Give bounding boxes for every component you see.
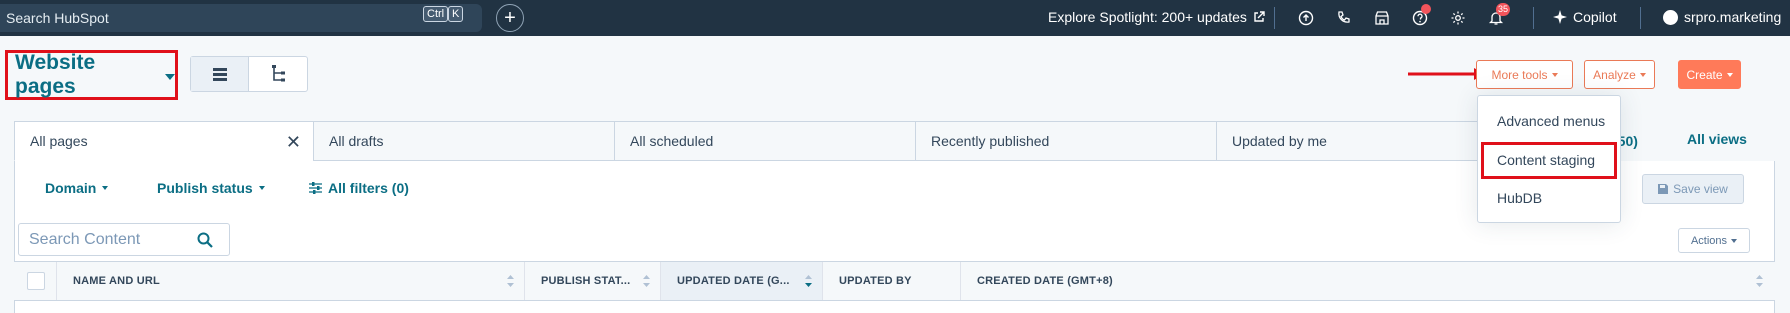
chevron-down-icon (1639, 72, 1646, 77)
column-header-created-date[interactable]: CREATED DATE (GMT+8) (960, 262, 1773, 300)
domain-filter-label: Domain (45, 180, 97, 196)
all-filters-label: All filters (0) (328, 180, 409, 196)
close-icon[interactable]: ✕ (286, 133, 301, 151)
search-input[interactable] (19, 230, 189, 249)
list-icon (212, 67, 227, 81)
tab-label: Recently published (931, 133, 1050, 149)
column-label: UPDATED BY (839, 275, 912, 287)
chevron-down-icon (102, 186, 109, 190)
page-title-dropdown[interactable]: Website pages (5, 50, 178, 100)
save-view-label: Save view (1673, 182, 1728, 196)
tab-label: All pages (30, 133, 88, 149)
content-search (18, 223, 230, 256)
tab-label: All scheduled (630, 133, 714, 149)
save-icon (1658, 184, 1669, 194)
quick-create-button[interactable]: + (496, 4, 524, 32)
notification-count-badge: 35 (1496, 3, 1511, 16)
shortcut-key-ctrl: Ctrl (423, 6, 449, 22)
sort-descending-icon (805, 275, 812, 287)
menu-item-hubdb[interactable]: HubDB (1478, 183, 1620, 213)
upgrade-icon[interactable] (1297, 9, 1315, 27)
chevron-down-icon (1731, 238, 1738, 243)
create-button[interactable]: Create (1678, 60, 1741, 89)
spotlight-label: Explore Spotlight: 200+ updates (1048, 9, 1247, 25)
tab-label: Updated by me (1232, 133, 1327, 149)
column-label: NAME AND URL (73, 275, 160, 287)
tree-icon (272, 65, 285, 82)
topbar-divider (1533, 7, 1534, 29)
global-search-input[interactable]: Search HubSpot (0, 4, 482, 32)
plus-icon: + (504, 6, 516, 29)
menu-item-label: Advanced menus (1497, 113, 1606, 129)
topbar-divider (1274, 7, 1275, 29)
select-all-checkbox[interactable] (27, 272, 45, 290)
create-label: Create (1686, 67, 1723, 82)
more-tools-label: More tools (1491, 67, 1548, 82)
shortcut-key-k: K (448, 6, 464, 22)
sort-icon (507, 275, 514, 287)
select-all-cell (14, 262, 56, 300)
all-filters-button[interactable]: All filters (0) (309, 180, 409, 196)
sort-icon (1756, 275, 1763, 287)
marketplace-icon[interactable] (1373, 9, 1391, 27)
list-view-button[interactable] (191, 57, 250, 91)
avatar (1663, 9, 1678, 25)
global-topbar: Search HubSpot Ctrl K + Explore Spotligh… (0, 0, 1790, 36)
all-views-link[interactable]: All views (1687, 131, 1747, 147)
tree-view-button[interactable] (249, 57, 307, 91)
sparkle-icon (1553, 10, 1567, 24)
chevron-down-icon (258, 186, 265, 190)
sliders-icon (309, 182, 322, 194)
analyze-label: Analyze (1593, 67, 1636, 82)
table-header: NAME AND URL PUBLISH STAT... UPDATED DAT… (14, 261, 1775, 301)
search-icon[interactable] (197, 232, 213, 248)
account-name: srpro.marketing (1684, 9, 1782, 25)
phone-icon[interactable] (1335, 9, 1353, 27)
column-label: UPDATED DATE (G... (677, 275, 790, 287)
view-toggle (190, 56, 308, 92)
help-dot-badge (1421, 4, 1431, 14)
domain-filter[interactable]: Domain (45, 180, 109, 196)
topbar-divider (1640, 7, 1641, 29)
chevron-down-icon (1726, 72, 1733, 77)
column-header-publish-status[interactable]: PUBLISH STAT... (524, 262, 660, 300)
settings-gear-icon[interactable] (1449, 9, 1467, 27)
tab-updated-by-me[interactable]: Updated by me (1216, 121, 1518, 161)
annotation-highlight-box (1481, 142, 1617, 179)
column-label: PUBLISH STAT... (541, 275, 631, 287)
column-header-name-and-url[interactable]: NAME AND URL (56, 262, 524, 300)
copilot-button[interactable]: Copilot (1553, 9, 1617, 25)
chevron-down-icon (1551, 72, 1558, 77)
external-link-icon (1254, 11, 1265, 22)
global-search-label: Search HubSpot (6, 10, 109, 26)
tab-recently-published[interactable]: Recently published (915, 121, 1217, 161)
publish-status-filter-label: Publish status (157, 180, 253, 196)
column-label: CREATED DATE (GMT+8) (977, 275, 1113, 287)
tab-all-drafts[interactable]: All drafts (313, 121, 615, 161)
column-header-updated-date[interactable]: UPDATED DATE (G... (660, 262, 822, 300)
column-header-updated-by[interactable]: UPDATED BY (822, 262, 960, 300)
actions-button[interactable]: Actions (1678, 228, 1750, 253)
publish-status-filter[interactable]: Publish status (157, 180, 265, 196)
actions-label: Actions (1690, 234, 1728, 247)
menu-item-label: HubDB (1497, 190, 1543, 206)
more-tools-button[interactable]: More tools (1476, 60, 1573, 89)
annotation-arrow (1408, 68, 1485, 80)
analyze-button[interactable]: Analyze (1584, 60, 1655, 89)
menu-item-advanced-menus[interactable]: Advanced menus (1478, 106, 1620, 136)
sort-icon (643, 275, 650, 287)
tab-all-pages[interactable]: All pages ✕ (14, 121, 314, 161)
page-title: Website pages (15, 51, 96, 98)
account-menu[interactable]: srpro.marketing (1663, 9, 1781, 25)
save-view-button[interactable]: Save view (1642, 174, 1744, 204)
tab-all-scheduled[interactable]: All scheduled (614, 121, 916, 161)
chevron-down-icon (165, 73, 175, 80)
tab-label: All drafts (329, 133, 384, 149)
copilot-label: Copilot (1573, 9, 1617, 25)
spotlight-link[interactable]: Explore Spotlight: 200+ updates (1048, 9, 1265, 25)
